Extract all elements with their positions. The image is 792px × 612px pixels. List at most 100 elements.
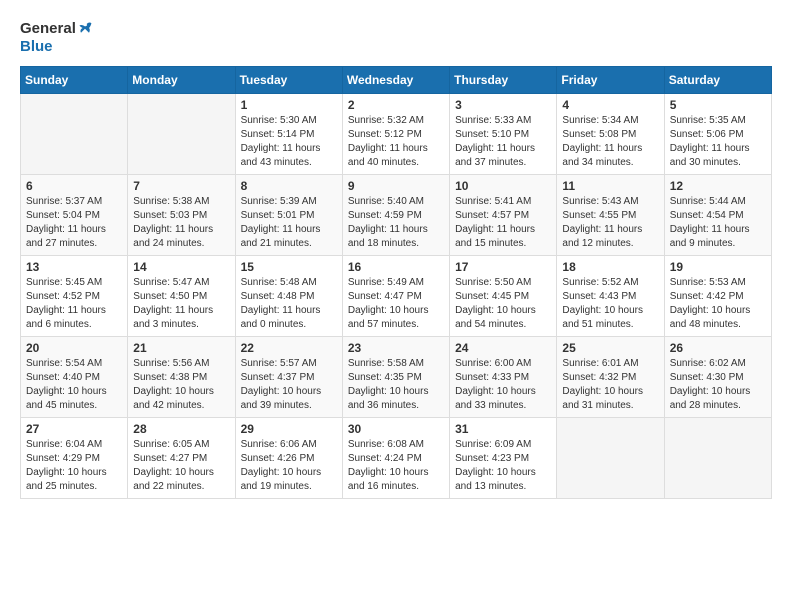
day-cell xyxy=(664,418,771,499)
day-number: 7 xyxy=(133,179,229,193)
day-number: 1 xyxy=(241,98,337,112)
day-number: 15 xyxy=(241,260,337,274)
day-cell: 24Sunrise: 6:00 AM Sunset: 4:33 PM Dayli… xyxy=(450,337,557,418)
weekday-header-saturday: Saturday xyxy=(664,67,771,94)
day-info: Sunrise: 5:57 AM Sunset: 4:37 PM Dayligh… xyxy=(241,357,337,413)
week-row-5: 27 Sunrise: 6:04 AM Sunset: 4:29 PM Dayli… xyxy=(21,418,772,499)
day-info: Sunrise: 5:47 AM Sunset: 4:50 PM Dayligh… xyxy=(133,276,229,332)
day-info: Sunrise: 6:06 AM Sunset: 4:26 PM Dayligh… xyxy=(241,438,337,494)
day-cell: 16 Sunrise: 5:49 AM Sunset: 4:47 PM Dayli… xyxy=(342,256,449,337)
day-cell: 7 Sunrise: 5:38 AM Sunset: 5:03 PM Daylig… xyxy=(128,175,235,256)
day-cell: 29Sunrise: 6:06 AM Sunset: 4:26 PM Dayli… xyxy=(235,418,342,499)
day-info: Sunrise: 5:38 AM Sunset: 5:03 PM Dayligh… xyxy=(133,195,229,251)
day-info: Sunrise: 5:48 AM Sunset: 4:48 PM Dayligh… xyxy=(241,276,337,332)
day-info: Sunrise: 5:34 AM Sunset: 5:08 PM Dayligh… xyxy=(562,114,658,170)
day-cell: 1 Sunrise: 5:30 AM Sunset: 5:14 PM Daylig… xyxy=(235,94,342,175)
day-cell: 23 Sunrise: 5:58 AM Sunset: 4:35 PM Dayli… xyxy=(342,337,449,418)
day-number: 10 xyxy=(455,179,551,193)
day-cell: 9Sunrise: 5:40 AM Sunset: 4:59 PM Daylig… xyxy=(342,175,449,256)
day-info: Sunrise: 6:09 AM Sunset: 4:23 PM Dayligh… xyxy=(455,438,551,494)
day-info: Sunrise: 6:04 AM Sunset: 4:29 PM Dayligh… xyxy=(26,438,122,494)
day-cell: 18 Sunrise: 5:52 AM Sunset: 4:43 PM Dayli… xyxy=(557,256,664,337)
weekday-header-wednesday: Wednesday xyxy=(342,67,449,94)
day-info: Sunrise: 5:54 AM Sunset: 4:40 PM Dayligh… xyxy=(26,357,122,413)
day-info: Sunrise: 5:39 AM Sunset: 5:01 PM Dayligh… xyxy=(241,195,337,251)
day-info: Sunrise: 5:35 AM Sunset: 5:06 PM Dayligh… xyxy=(670,114,766,170)
day-cell: 10 Sunrise: 5:41 AM Sunset: 4:57 PM Dayli… xyxy=(450,175,557,256)
day-info: Sunrise: 5:30 AM Sunset: 5:14 PM Dayligh… xyxy=(241,114,337,170)
day-info: Sunrise: 5:41 AM Sunset: 4:57 PM Dayligh… xyxy=(455,195,551,251)
day-cell: 30 Sunrise: 6:08 AM Sunset: 4:24 PM Dayli… xyxy=(342,418,449,499)
day-number: 6 xyxy=(26,179,122,193)
day-info: Sunrise: 5:37 AM Sunset: 5:04 PM Dayligh… xyxy=(26,195,122,251)
day-cell: 19Sunrise: 5:53 AM Sunset: 4:42 PM Dayli… xyxy=(664,256,771,337)
day-number: 30 xyxy=(348,422,444,436)
day-number: 17 xyxy=(455,260,551,274)
weekday-header-thursday: Thursday xyxy=(450,67,557,94)
day-cell: 13 Sunrise: 5:45 AM Sunset: 4:52 PM Dayli… xyxy=(21,256,128,337)
day-cell: 5 Sunrise: 5:35 AM Sunset: 5:06 PM Daylig… xyxy=(664,94,771,175)
day-cell: 26 Sunrise: 6:02 AM Sunset: 4:30 PM Dayli… xyxy=(664,337,771,418)
day-info: Sunrise: 5:43 AM Sunset: 4:55 PM Dayligh… xyxy=(562,195,658,251)
day-number: 20 xyxy=(26,341,122,355)
day-info: Sunrise: 5:58 AM Sunset: 4:35 PM Dayligh… xyxy=(348,357,444,413)
day-cell: 15 Sunrise: 5:48 AM Sunset: 4:48 PM Dayli… xyxy=(235,256,342,337)
day-number: 9 xyxy=(348,179,444,193)
logo-general: General xyxy=(20,20,76,38)
day-cell: 6 Sunrise: 5:37 AM Sunset: 5:04 PM Daylig… xyxy=(21,175,128,256)
week-row-4: 20 Sunrise: 5:54 AM Sunset: 4:40 PM Dayli… xyxy=(21,337,772,418)
day-cell: 21 Sunrise: 5:56 AM Sunset: 4:38 PM Dayli… xyxy=(128,337,235,418)
day-cell: 4 Sunrise: 5:34 AM Sunset: 5:08 PM Daylig… xyxy=(557,94,664,175)
day-cell xyxy=(128,94,235,175)
day-cell: 14 Sunrise: 5:47 AM Sunset: 4:50 PM Dayli… xyxy=(128,256,235,337)
day-info: Sunrise: 6:01 AM Sunset: 4:32 PM Dayligh… xyxy=(562,357,658,413)
day-cell: 2Sunrise: 5:32 AM Sunset: 5:12 PM Daylig… xyxy=(342,94,449,175)
day-number: 18 xyxy=(562,260,658,274)
week-row-3: 13 Sunrise: 5:45 AM Sunset: 4:52 PM Dayli… xyxy=(21,256,772,337)
day-info: Sunrise: 5:32 AM Sunset: 5:12 PM Dayligh… xyxy=(348,114,444,170)
day-number: 12 xyxy=(670,179,766,193)
logo-blue: Blue xyxy=(20,38,53,56)
day-info: Sunrise: 5:52 AM Sunset: 4:43 PM Dayligh… xyxy=(562,276,658,332)
day-cell: 25Sunrise: 6:01 AM Sunset: 4:32 PM Dayli… xyxy=(557,337,664,418)
day-number: 3 xyxy=(455,98,551,112)
day-info: Sunrise: 5:44 AM Sunset: 4:54 PM Dayligh… xyxy=(670,195,766,251)
day-cell: 28 Sunrise: 6:05 AM Sunset: 4:27 PM Dayli… xyxy=(128,418,235,499)
day-cell: 22Sunrise: 5:57 AM Sunset: 4:37 PM Dayli… xyxy=(235,337,342,418)
day-info: Sunrise: 5:56 AM Sunset: 4:38 PM Dayligh… xyxy=(133,357,229,413)
day-number: 21 xyxy=(133,341,229,355)
day-number: 16 xyxy=(348,260,444,274)
day-number: 4 xyxy=(562,98,658,112)
day-cell: 27 Sunrise: 6:04 AM Sunset: 4:29 PM Dayli… xyxy=(21,418,128,499)
weekday-header-row: SundayMondayTuesdayWednesdayThursdayFrid… xyxy=(21,67,772,94)
day-number: 19 xyxy=(670,260,766,274)
logo-bird-icon xyxy=(77,20,93,36)
day-number: 27 xyxy=(26,422,122,436)
week-row-2: 6 Sunrise: 5:37 AM Sunset: 5:04 PM Daylig… xyxy=(21,175,772,256)
weekday-header-friday: Friday xyxy=(557,67,664,94)
week-row-1: 1 Sunrise: 5:30 AM Sunset: 5:14 PM Daylig… xyxy=(21,94,772,175)
day-info: Sunrise: 5:50 AM Sunset: 4:45 PM Dayligh… xyxy=(455,276,551,332)
day-cell: 3 Sunrise: 5:33 AM Sunset: 5:10 PM Daylig… xyxy=(450,94,557,175)
day-number: 5 xyxy=(670,98,766,112)
day-info: Sunrise: 6:08 AM Sunset: 4:24 PM Dayligh… xyxy=(348,438,444,494)
calendar: SundayMondayTuesdayWednesdayThursdayFrid… xyxy=(20,66,772,499)
header: General Blue xyxy=(20,20,772,56)
day-info: Sunrise: 6:05 AM Sunset: 4:27 PM Dayligh… xyxy=(133,438,229,494)
day-info: Sunrise: 5:33 AM Sunset: 5:10 PM Dayligh… xyxy=(455,114,551,170)
day-info: Sunrise: 5:45 AM Sunset: 4:52 PM Dayligh… xyxy=(26,276,122,332)
day-cell: 31 Sunrise: 6:09 AM Sunset: 4:23 PM Dayli… xyxy=(450,418,557,499)
day-number: 11 xyxy=(562,179,658,193)
day-number: 23 xyxy=(348,341,444,355)
day-info: Sunrise: 6:02 AM Sunset: 4:30 PM Dayligh… xyxy=(670,357,766,413)
day-number: 26 xyxy=(670,341,766,355)
day-number: 24 xyxy=(455,341,551,355)
day-info: Sunrise: 5:49 AM Sunset: 4:47 PM Dayligh… xyxy=(348,276,444,332)
day-number: 13 xyxy=(26,260,122,274)
day-cell: 17 Sunrise: 5:50 AM Sunset: 4:45 PM Dayli… xyxy=(450,256,557,337)
day-number: 31 xyxy=(455,422,551,436)
day-number: 28 xyxy=(133,422,229,436)
day-number: 14 xyxy=(133,260,229,274)
weekday-header-tuesday: Tuesday xyxy=(235,67,342,94)
logo: General Blue xyxy=(20,20,93,56)
